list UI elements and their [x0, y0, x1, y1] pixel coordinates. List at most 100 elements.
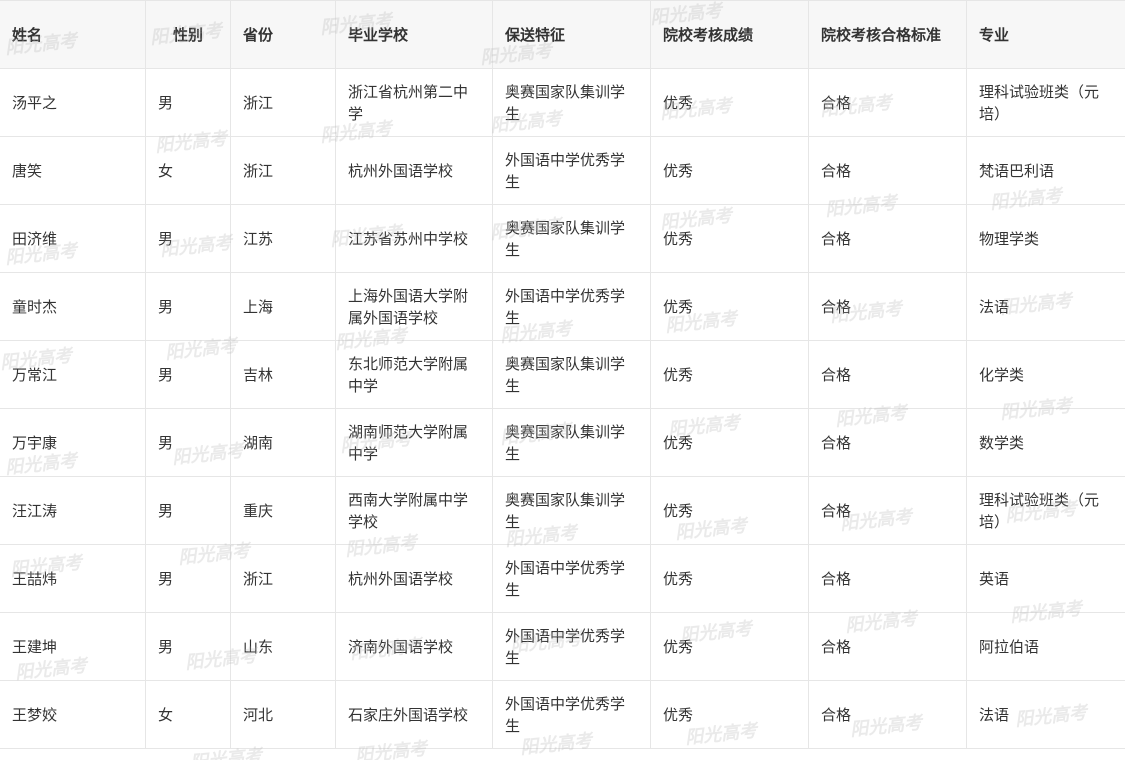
cell-score: 优秀	[650, 136, 809, 205]
cell-score: 优秀	[650, 272, 809, 341]
cell-major: 数学类	[966, 408, 1125, 477]
col-header-major: 专业	[966, 0, 1125, 69]
cell-feature: 外国语中学优秀学生	[492, 272, 651, 341]
cell-school: 江苏省苏州中学校	[335, 204, 493, 273]
cell-school: 湖南师范大学附属中学	[335, 408, 493, 477]
table-row: 唐笑 女 浙江 杭州外国语学校 外国语中学优秀学生 优秀 合格 梵语巴利语	[0, 136, 1125, 205]
cell-score: 优秀	[650, 340, 809, 409]
cell-name: 童时杰	[0, 272, 146, 341]
cell-province: 重庆	[230, 476, 336, 545]
col-header-feature: 保送特征	[492, 0, 651, 69]
cell-score: 优秀	[650, 68, 809, 137]
cell-score: 优秀	[650, 612, 809, 681]
cell-gender: 男	[145, 204, 231, 273]
cell-gender: 男	[145, 272, 231, 341]
table-row: 万常江 男 吉林 东北师范大学附属中学 奥赛国家队集训学生 优秀 合格 化学类	[0, 340, 1125, 409]
table-row: 汤平之 男 浙江 浙江省杭州第二中学 奥赛国家队集训学生 优秀 合格 理科试验班…	[0, 68, 1125, 137]
cell-feature: 奥赛国家队集训学生	[492, 204, 651, 273]
col-header-score: 院校考核成绩	[650, 0, 809, 69]
table-row: 万宇康 男 湖南 湖南师范大学附属中学 奥赛国家队集训学生 优秀 合格 数学类	[0, 408, 1125, 477]
cell-feature: 外国语中学优秀学生	[492, 544, 651, 613]
cell-name: 汪江涛	[0, 476, 146, 545]
cell-standard: 合格	[808, 408, 967, 477]
table-body: 汤平之 男 浙江 浙江省杭州第二中学 奥赛国家队集训学生 优秀 合格 理科试验班…	[0, 68, 1125, 749]
cell-name: 汤平之	[0, 68, 146, 137]
cell-score: 优秀	[650, 408, 809, 477]
col-header-school: 毕业学校	[335, 0, 493, 69]
cell-score: 优秀	[650, 680, 809, 749]
cell-province: 吉林	[230, 340, 336, 409]
cell-standard: 合格	[808, 612, 967, 681]
col-header-province: 省份	[230, 0, 336, 69]
table-header: 姓名 性别 省份 毕业学校 保送特征 院校考核成绩 院校考核合格标准 专业	[0, 0, 1125, 69]
cell-major: 英语	[966, 544, 1125, 613]
cell-school: 石家庄外国语学校	[335, 680, 493, 749]
cell-province: 浙江	[230, 544, 336, 613]
cell-gender: 男	[145, 340, 231, 409]
table-row: 童时杰 男 上海 上海外国语大学附属外国语学校 外国语中学优秀学生 优秀 合格 …	[0, 272, 1125, 341]
cell-standard: 合格	[808, 136, 967, 205]
cell-major: 法语	[966, 272, 1125, 341]
cell-name: 王喆炜	[0, 544, 146, 613]
cell-name: 万常江	[0, 340, 146, 409]
cell-major: 化学类	[966, 340, 1125, 409]
col-header-name: 姓名	[0, 0, 146, 69]
header-row: 姓名 性别 省份 毕业学校 保送特征 院校考核成绩 院校考核合格标准 专业	[0, 0, 1125, 69]
cell-feature: 奥赛国家队集训学生	[492, 476, 651, 545]
table-row: 田济维 男 江苏 江苏省苏州中学校 奥赛国家队集训学生 优秀 合格 物理学类	[0, 204, 1125, 273]
cell-standard: 合格	[808, 476, 967, 545]
cell-gender: 女	[145, 680, 231, 749]
cell-standard: 合格	[808, 544, 967, 613]
cell-school: 杭州外国语学校	[335, 544, 493, 613]
cell-gender: 男	[145, 68, 231, 137]
cell-province: 浙江	[230, 136, 336, 205]
col-header-gender: 性别	[145, 0, 231, 69]
cell-major: 物理学类	[966, 204, 1125, 273]
cell-major: 法语	[966, 680, 1125, 749]
cell-feature: 奥赛国家队集训学生	[492, 340, 651, 409]
cell-name: 万宇康	[0, 408, 146, 477]
cell-school: 杭州外国语学校	[335, 136, 493, 205]
cell-province: 江苏	[230, 204, 336, 273]
cell-province: 浙江	[230, 68, 336, 137]
table-row: 汪江涛 男 重庆 西南大学附属中学学校 奥赛国家队集训学生 优秀 合格 理科试验…	[0, 476, 1125, 545]
admission-table: 姓名 性别 省份 毕业学校 保送特征 院校考核成绩 院校考核合格标准 专业 汤平…	[0, 0, 1125, 749]
cell-province: 山东	[230, 612, 336, 681]
cell-major: 梵语巴利语	[966, 136, 1125, 205]
cell-gender: 男	[145, 408, 231, 477]
cell-feature: 外国语中学优秀学生	[492, 612, 651, 681]
cell-major: 阿拉伯语	[966, 612, 1125, 681]
cell-province: 上海	[230, 272, 336, 341]
cell-feature: 外国语中学优秀学生	[492, 680, 651, 749]
cell-school: 上海外国语大学附属外国语学校	[335, 272, 493, 341]
cell-standard: 合格	[808, 272, 967, 341]
cell-feature: 奥赛国家队集训学生	[492, 408, 651, 477]
cell-gender: 男	[145, 612, 231, 681]
cell-province: 湖南	[230, 408, 336, 477]
cell-standard: 合格	[808, 340, 967, 409]
cell-province: 河北	[230, 680, 336, 749]
cell-feature: 奥赛国家队集训学生	[492, 68, 651, 137]
cell-score: 优秀	[650, 204, 809, 273]
table-row: 王梦姣 女 河北 石家庄外国语学校 外国语中学优秀学生 优秀 合格 法语	[0, 680, 1125, 749]
cell-school: 济南外国语学校	[335, 612, 493, 681]
col-header-standard: 院校考核合格标准	[808, 0, 967, 69]
cell-standard: 合格	[808, 204, 967, 273]
cell-major: 理科试验班类（元培）	[966, 68, 1125, 137]
cell-gender: 女	[145, 136, 231, 205]
cell-score: 优秀	[650, 476, 809, 545]
cell-standard: 合格	[808, 68, 967, 137]
cell-name: 王梦姣	[0, 680, 146, 749]
table-row: 王建坤 男 山东 济南外国语学校 外国语中学优秀学生 优秀 合格 阿拉伯语	[0, 612, 1125, 681]
cell-name: 田济维	[0, 204, 146, 273]
table-row: 王喆炜 男 浙江 杭州外国语学校 外国语中学优秀学生 优秀 合格 英语	[0, 544, 1125, 613]
cell-name: 唐笑	[0, 136, 146, 205]
cell-school: 浙江省杭州第二中学	[335, 68, 493, 137]
cell-major: 理科试验班类（元培）	[966, 476, 1125, 545]
cell-school: 东北师范大学附属中学	[335, 340, 493, 409]
cell-name: 王建坤	[0, 612, 146, 681]
cell-standard: 合格	[808, 680, 967, 749]
cell-gender: 男	[145, 544, 231, 613]
cell-score: 优秀	[650, 544, 809, 613]
cell-school: 西南大学附属中学学校	[335, 476, 493, 545]
